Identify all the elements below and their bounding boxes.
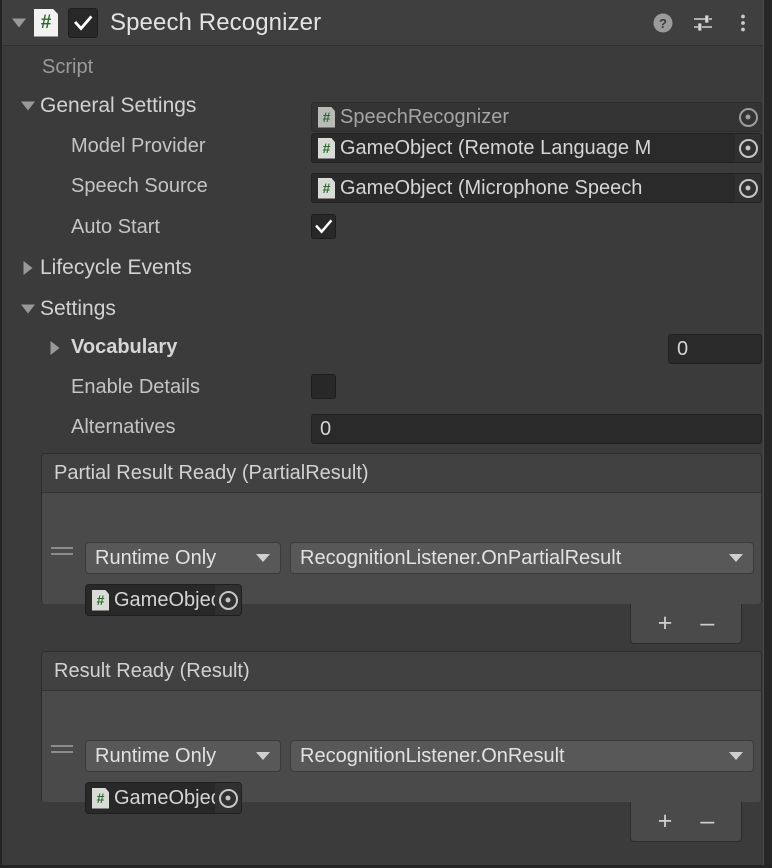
inspector-content: # Speech Recognizer ? Script # SpeechRec… bbox=[2, 0, 766, 865]
function-dropdown-partial[interactable]: RecognitionListener.OnPartialResult bbox=[290, 542, 754, 574]
chevron-down-icon bbox=[256, 752, 270, 760]
event-body-partial-result: Runtime Only RecognitionListener.OnParti… bbox=[42, 493, 761, 616]
function-value: RecognitionListener.OnResult bbox=[300, 744, 565, 767]
script-label: Script bbox=[42, 55, 94, 78]
chevron-right-icon bbox=[50, 341, 60, 355]
call-mode-dropdown-partial[interactable]: Runtime Only bbox=[85, 542, 281, 574]
chevron-down-icon bbox=[12, 18, 26, 27]
event-target-object-partial[interactable]: # GameObjec bbox=[85, 584, 242, 616]
event-target-value: GameObjec bbox=[114, 786, 215, 809]
header-icon-group: ? bbox=[652, 0, 754, 46]
model-provider-picker-button[interactable] bbox=[735, 134, 761, 162]
target-picker-icon bbox=[738, 178, 758, 198]
script-object-picker bbox=[735, 103, 761, 131]
checkmark-icon bbox=[74, 15, 93, 31]
component-title: Speech Recognizer bbox=[110, 8, 322, 36]
lifecycle-events-foldout[interactable] bbox=[19, 259, 37, 277]
drag-handle-icon[interactable] bbox=[51, 745, 73, 757]
script-object-field: # SpeechRecognizer bbox=[311, 102, 762, 132]
enable-details-checkbox[interactable] bbox=[311, 374, 336, 399]
component-enabled-checkbox[interactable] bbox=[68, 7, 98, 38]
speech-source-label: Speech Source bbox=[71, 175, 208, 197]
chevron-right-icon bbox=[23, 261, 33, 275]
add-event-button-result[interactable]: + bbox=[658, 809, 673, 834]
gameobject-hash-icon: # bbox=[92, 589, 109, 611]
panel-right-edge bbox=[763, 0, 772, 865]
enable-details-label: Enable Details bbox=[71, 376, 200, 398]
target-picker-icon bbox=[738, 138, 758, 158]
event-body-result: Runtime Only RecognitionListener.OnResul… bbox=[42, 691, 761, 814]
vocabulary-foldout[interactable] bbox=[46, 339, 64, 357]
model-provider-value: GameObject (Remote Language M bbox=[340, 136, 652, 159]
chevron-down-icon bbox=[21, 101, 35, 111]
event-target-value: GameObjec bbox=[114, 588, 215, 611]
script-row: Script # SpeechRecognizer bbox=[2, 46, 766, 132]
script-hash-icon: # bbox=[34, 8, 58, 37]
chevron-down-icon bbox=[729, 752, 743, 760]
target-picker-icon bbox=[218, 788, 238, 808]
target-picker-icon bbox=[218, 590, 238, 610]
event-title-result: Result Ready (Result) bbox=[42, 652, 761, 691]
chevron-down-icon bbox=[21, 304, 35, 314]
script-hash-icon: # bbox=[318, 106, 335, 128]
event-target-picker-button[interactable] bbox=[215, 585, 241, 615]
speech-source-object-field[interactable]: # GameObject (Microphone Speech bbox=[311, 173, 762, 203]
vocabulary-label: Vocabulary bbox=[71, 336, 178, 358]
alternatives-field[interactable]: 0 bbox=[311, 414, 762, 444]
more-menu-icon[interactable] bbox=[732, 12, 754, 34]
unity-inspector-panel: # Speech Recognizer ? Script # SpeechRec… bbox=[0, 0, 772, 868]
remove-event-button-result[interactable]: – bbox=[700, 809, 714, 834]
auto-start-checkbox[interactable] bbox=[311, 214, 336, 239]
speech-source-picker-button[interactable] bbox=[735, 174, 761, 202]
gameobject-hash-icon: # bbox=[92, 787, 109, 809]
gameobject-hash-icon: # bbox=[318, 137, 335, 159]
event-block-result: Result Ready (Result) Runtime Only Recog… bbox=[41, 651, 762, 814]
preset-icon[interactable] bbox=[692, 12, 714, 34]
gameobject-hash-icon: # bbox=[318, 177, 335, 199]
speech-source-value: GameObject (Microphone Speech bbox=[340, 176, 643, 199]
lifecycle-events-label: Lifecycle Events bbox=[40, 256, 192, 279]
help-icon[interactable]: ? bbox=[652, 12, 674, 34]
call-mode-dropdown-result[interactable]: Runtime Only bbox=[85, 740, 281, 772]
function-value: RecognitionListener.OnPartialResult bbox=[300, 546, 622, 569]
model-provider-object-field[interactable]: # GameObject (Remote Language M bbox=[311, 133, 762, 163]
script-object-value: SpeechRecognizer bbox=[340, 105, 509, 128]
chevron-down-icon bbox=[256, 554, 270, 562]
remove-event-button-partial[interactable]: – bbox=[700, 611, 714, 636]
call-mode-value: Runtime Only bbox=[95, 546, 217, 569]
alternatives-label: Alternatives bbox=[71, 416, 176, 438]
general-settings-foldout[interactable] bbox=[19, 97, 37, 115]
chevron-down-icon bbox=[729, 554, 743, 562]
settings-foldout[interactable] bbox=[19, 300, 37, 318]
component-header[interactable]: # Speech Recognizer ? bbox=[2, 0, 766, 46]
svg-text:?: ? bbox=[659, 16, 667, 31]
event-list-buttons-partial: + – bbox=[630, 604, 742, 644]
auto-start-label: Auto Start bbox=[71, 216, 160, 238]
component-foldout-toggle[interactable] bbox=[10, 14, 28, 32]
checkmark-icon bbox=[315, 219, 333, 234]
event-title-partial-result: Partial Result Ready (PartialResult) bbox=[42, 454, 761, 493]
event-block-partial-result: Partial Result Ready (PartialResult) Run… bbox=[41, 453, 762, 616]
settings-label: Settings bbox=[40, 297, 116, 320]
call-mode-value: Runtime Only bbox=[95, 744, 217, 767]
target-picker-icon bbox=[738, 107, 758, 127]
function-dropdown-result[interactable]: RecognitionListener.OnResult bbox=[290, 740, 754, 772]
vocabulary-size-field[interactable]: 0 bbox=[668, 334, 762, 364]
event-list-buttons-result: + – bbox=[630, 802, 742, 842]
event-target-picker-button[interactable] bbox=[215, 783, 241, 813]
general-settings-label: General Settings bbox=[40, 94, 197, 117]
add-event-button-partial[interactable]: + bbox=[658, 611, 673, 636]
event-target-object-result[interactable]: # GameObjec bbox=[85, 782, 242, 814]
drag-handle-icon[interactable] bbox=[51, 547, 73, 559]
model-provider-label: Model Provider bbox=[71, 135, 206, 157]
